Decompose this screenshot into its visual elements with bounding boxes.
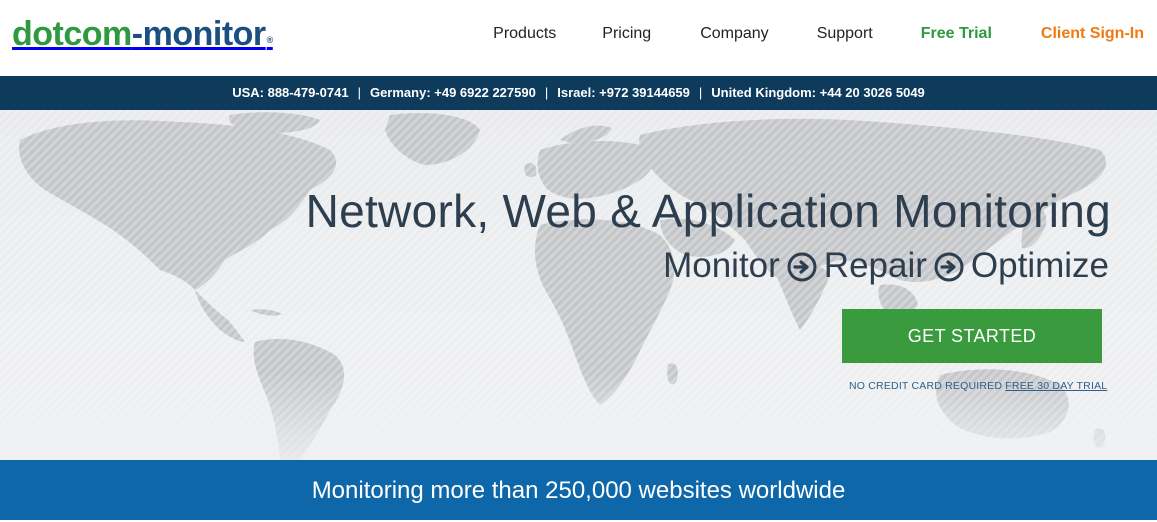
main-nav: Products Pricing Company Support Free Tr… [493, 22, 1144, 46]
trial-note: NO CREDIT CARD REQUIRED FREE 30 DAY TRIA… [849, 380, 1107, 392]
hero-sub-monitor: Monitor [663, 246, 780, 285]
arrow-right-circle-icon [934, 252, 964, 282]
phone-bar: USA: 888-479-0741 | Germany: +49 6922 2275… [0, 76, 1157, 110]
nav-support[interactable]: Support [817, 22, 873, 46]
logo-text-monitor: monitor [142, 15, 267, 53]
hero-subtitle: Monitor Repair Optimize [663, 244, 1109, 288]
nav-products[interactable]: Products [493, 22, 556, 46]
nav-company[interactable]: Company [700, 22, 768, 46]
hero-sub-optimize: Optimize [970, 246, 1109, 285]
hero-section: Network, Web & Application Monitoring Mo… [0, 110, 1157, 460]
nav-client-signin[interactable]: Client Sign-In [1041, 22, 1144, 46]
phone-separator: | [357, 85, 361, 100]
phone-separator: | [698, 85, 703, 100]
phone-israel: Israel: +972 39144659 [557, 85, 690, 100]
free-trial-link[interactable]: FREE 30 DAY TRIAL [1005, 380, 1107, 392]
no-credit-card-text: NO CREDIT CARD REQUIRED [849, 380, 1003, 392]
nav-pricing[interactable]: Pricing [602, 22, 651, 46]
phone-separator: | [544, 85, 549, 100]
nav-free-trial[interactable]: Free Trial [921, 22, 992, 46]
phone-germany: Germany: +49 6922 227590 [369, 85, 536, 100]
phone-usa: USA: 888-479-0741 [232, 85, 349, 100]
hero-sub-repair: Repair [823, 246, 927, 285]
logo-dash: - [131, 15, 143, 53]
logo[interactable]: dotcom-monitor® [12, 14, 273, 54]
monitoring-banner: Monitoring more than 250,000 websites wo… [0, 460, 1157, 520]
registered-mark: ® [266, 35, 274, 45]
get-started-button[interactable]: GET STARTED [842, 309, 1102, 363]
monitoring-banner-text: Monitoring more than 250,000 websites wo… [311, 477, 846, 504]
phone-uk: United Kingdom: +44 20 3026 5049 [711, 85, 925, 100]
hero-title: Network, Web & Application Monitoring [305, 185, 1111, 237]
site-header: dotcom-monitor® Products Pricing Company… [0, 0, 1157, 76]
logo-text-dotcom: dotcom [12, 15, 132, 53]
arrow-right-circle-icon [787, 252, 817, 282]
